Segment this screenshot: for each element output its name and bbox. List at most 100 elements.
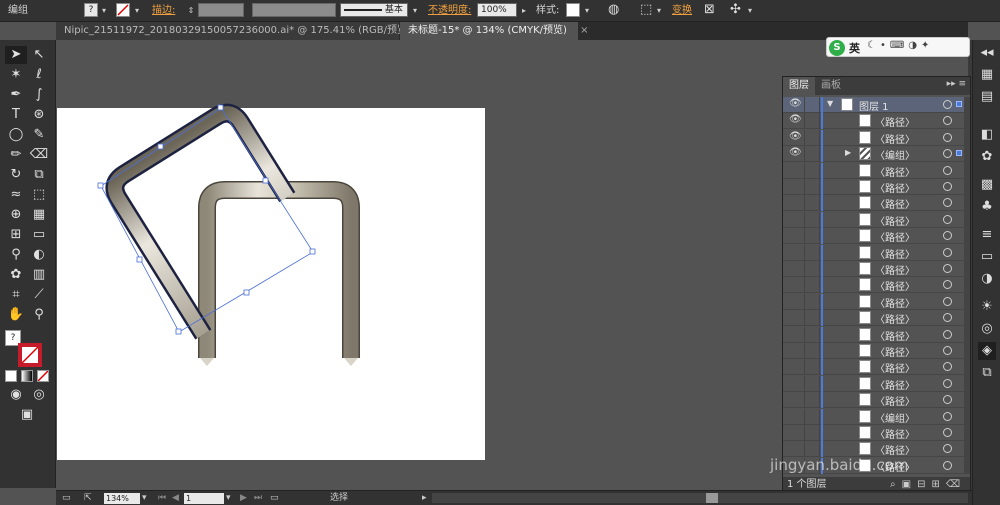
lock-toggle[interactable] xyxy=(804,408,820,425)
eye-icon[interactable]: 👁 xyxy=(789,114,803,125)
close-icon[interactable]: × xyxy=(580,25,588,36)
target-icon[interactable] xyxy=(943,247,952,257)
paintbrush-tool-icon[interactable]: ✎ xyxy=(28,126,50,144)
target-icon[interactable] xyxy=(943,444,952,454)
lock-toggle[interactable] xyxy=(804,129,820,146)
arrange-dropdown[interactable]: ▾ xyxy=(745,4,755,18)
hand-tool-icon[interactable]: ✋ xyxy=(5,306,27,324)
draw-mode-icon[interactable]: ◉ xyxy=(5,386,27,404)
selection-indicator[interactable] xyxy=(956,101,962,107)
first-page-icon[interactable]: ⏮ xyxy=(158,492,166,505)
layer-row[interactable]: 〈路径〉 xyxy=(783,195,970,212)
gradient-mode-icon[interactable] xyxy=(21,370,33,382)
artboard-menu-icon[interactable]: ▭ xyxy=(270,492,279,505)
magic-wand-tool-icon[interactable]: ✶ xyxy=(5,66,27,84)
ime-icons[interactable]: ☾•⌨◑✦ xyxy=(867,40,933,51)
page-dropdown[interactable]: ▾ xyxy=(226,492,231,505)
opacity-input[interactable]: 100% xyxy=(477,3,517,17)
eye-icon[interactable]: 👁 xyxy=(789,147,803,158)
stroke-link[interactable]: 描边: xyxy=(152,3,175,19)
graphic-style-swatch[interactable] xyxy=(566,3,580,17)
eye-icon[interactable]: 👁 xyxy=(789,131,803,142)
target-icon[interactable] xyxy=(943,411,952,421)
status-menu-arrow-icon[interactable]: ▸ xyxy=(422,492,427,505)
pen-tool-icon[interactable]: ✒ xyxy=(5,86,27,104)
eye-icon[interactable]: 👁 xyxy=(789,98,803,109)
artboard-tool-icon[interactable]: ⌗ xyxy=(5,286,27,304)
lock-toggle[interactable] xyxy=(804,425,820,441)
artboard-nav-icon[interactable]: ▭ xyxy=(62,492,71,505)
dock-collapse-icon[interactable]: ◂◂ xyxy=(978,44,996,62)
color-mode-icon[interactable] xyxy=(5,370,17,382)
target-icon[interactable] xyxy=(943,280,952,290)
pencil-tool-icon[interactable]: ✏ xyxy=(5,146,27,164)
target-icon[interactable] xyxy=(943,149,952,159)
zoom-dropdown[interactable]: ▾ xyxy=(142,492,147,505)
blend-tool-icon[interactable]: ◐ xyxy=(28,246,50,264)
target-icon[interactable] xyxy=(943,428,952,437)
target-icon[interactable] xyxy=(943,182,952,191)
mesh-tool-icon[interactable]: ⊞ xyxy=(5,226,27,244)
upright-staple[interactable] xyxy=(198,181,360,366)
lock-toggle[interactable] xyxy=(804,375,820,392)
horizontal-scroll-thumb[interactable] xyxy=(706,493,718,503)
ime-language-label[interactable]: 英 xyxy=(849,40,860,56)
layer-row[interactable]: 〈路径〉 xyxy=(783,392,970,409)
direct-selection-tool-icon[interactable]: ↖ xyxy=(28,46,50,64)
brush-style-dropdown[interactable]: ▾ xyxy=(410,4,420,18)
layer-row[interactable]: 〈路径〉 xyxy=(783,277,970,294)
lock-toggle[interactable] xyxy=(804,113,820,130)
lock-toggle[interactable] xyxy=(804,326,820,343)
layer-row[interactable]: 👁 〈路径〉 xyxy=(783,113,970,130)
panel-menu-icon[interactable]: ▸▸ ≡ xyxy=(947,79,966,89)
eraser-tool-icon[interactable]: ⌫ xyxy=(28,146,50,164)
layer-row-top[interactable]: 👁 ▼ 图层 1 xyxy=(783,97,970,113)
transform-link[interactable]: 变换 xyxy=(672,3,692,19)
layer-row[interactable]: 〈路径〉 xyxy=(783,293,970,310)
layer-row[interactable]: 〈路径〉 xyxy=(783,343,970,359)
expand-arrow-icon[interactable]: ▶ xyxy=(845,148,851,157)
width-tool-icon[interactable]: ≈ xyxy=(5,186,27,204)
align-panel-icon[interactable]: ◎ xyxy=(978,320,996,338)
target-icon[interactable] xyxy=(943,231,952,241)
layers-panel-icon[interactable]: ◈ xyxy=(978,342,996,360)
lock-toggle[interactable] xyxy=(804,179,820,195)
draw-inside-icon[interactable]: ◎ xyxy=(28,386,50,404)
target-icon[interactable] xyxy=(943,346,952,355)
opacity-link[interactable]: 不透明度: xyxy=(428,3,471,19)
layer-row[interactable]: 〈路径〉 xyxy=(783,359,970,376)
layer-row[interactable]: 〈路径〉 xyxy=(783,441,970,458)
layer-row[interactable]: 〈路径〉 xyxy=(783,425,970,441)
layer-row[interactable]: 〈路径〉 xyxy=(783,310,970,327)
lasso-tool-icon[interactable]: ℓ xyxy=(28,66,50,84)
lock-toggle[interactable] xyxy=(804,195,820,212)
layer-row[interactable]: 〈路径〉 xyxy=(783,326,970,343)
layer-row[interactable]: 👁 〈路径〉 xyxy=(783,129,970,146)
selection-indicator[interactable] xyxy=(956,150,962,157)
target-icon[interactable] xyxy=(943,362,952,372)
eyedropper-tool-icon[interactable]: ⚲ xyxy=(5,246,27,264)
shape-builder-tool-icon[interactable]: ⊕ xyxy=(5,206,27,224)
zoom-input[interactable]: 134% xyxy=(104,493,140,504)
target-icon[interactable] xyxy=(943,264,952,273)
recolor-icon[interactable]: ◍ xyxy=(608,2,619,17)
layer-row[interactable]: 〈路径〉 xyxy=(783,211,970,228)
layer-row[interactable]: 〈路径〉 xyxy=(783,228,970,245)
column-graph-tool-icon[interactable]: ▥ xyxy=(28,266,50,284)
lock-toggle[interactable] xyxy=(804,293,820,310)
layer-row[interactable]: 〈路径〉 xyxy=(783,244,970,261)
arrange-icon[interactable]: ✣ xyxy=(730,2,741,17)
type-tool-icon[interactable]: T xyxy=(5,106,27,124)
gradient-tool-icon[interactable]: ▭ xyxy=(28,226,50,244)
layer-row[interactable]: 〈路径〉 xyxy=(783,162,970,179)
layer-row[interactable]: 👁 ▶ 〈编组〉 xyxy=(783,146,970,163)
variable-width-select[interactable] xyxy=(252,3,336,17)
symbols-panel-icon[interactable]: ▩ xyxy=(978,176,996,194)
curvature-tool-icon[interactable]: ∫ xyxy=(28,86,50,104)
brush-style-select[interactable]: 基本 xyxy=(340,3,408,17)
tab-artboards[interactable]: 画板 xyxy=(815,77,847,95)
fill-swatch[interactable]: ? xyxy=(84,3,98,17)
target-icon[interactable] xyxy=(943,100,952,109)
prev-page-icon[interactable]: ◀ xyxy=(172,492,179,505)
artwork-canvas[interactable] xyxy=(57,100,485,368)
